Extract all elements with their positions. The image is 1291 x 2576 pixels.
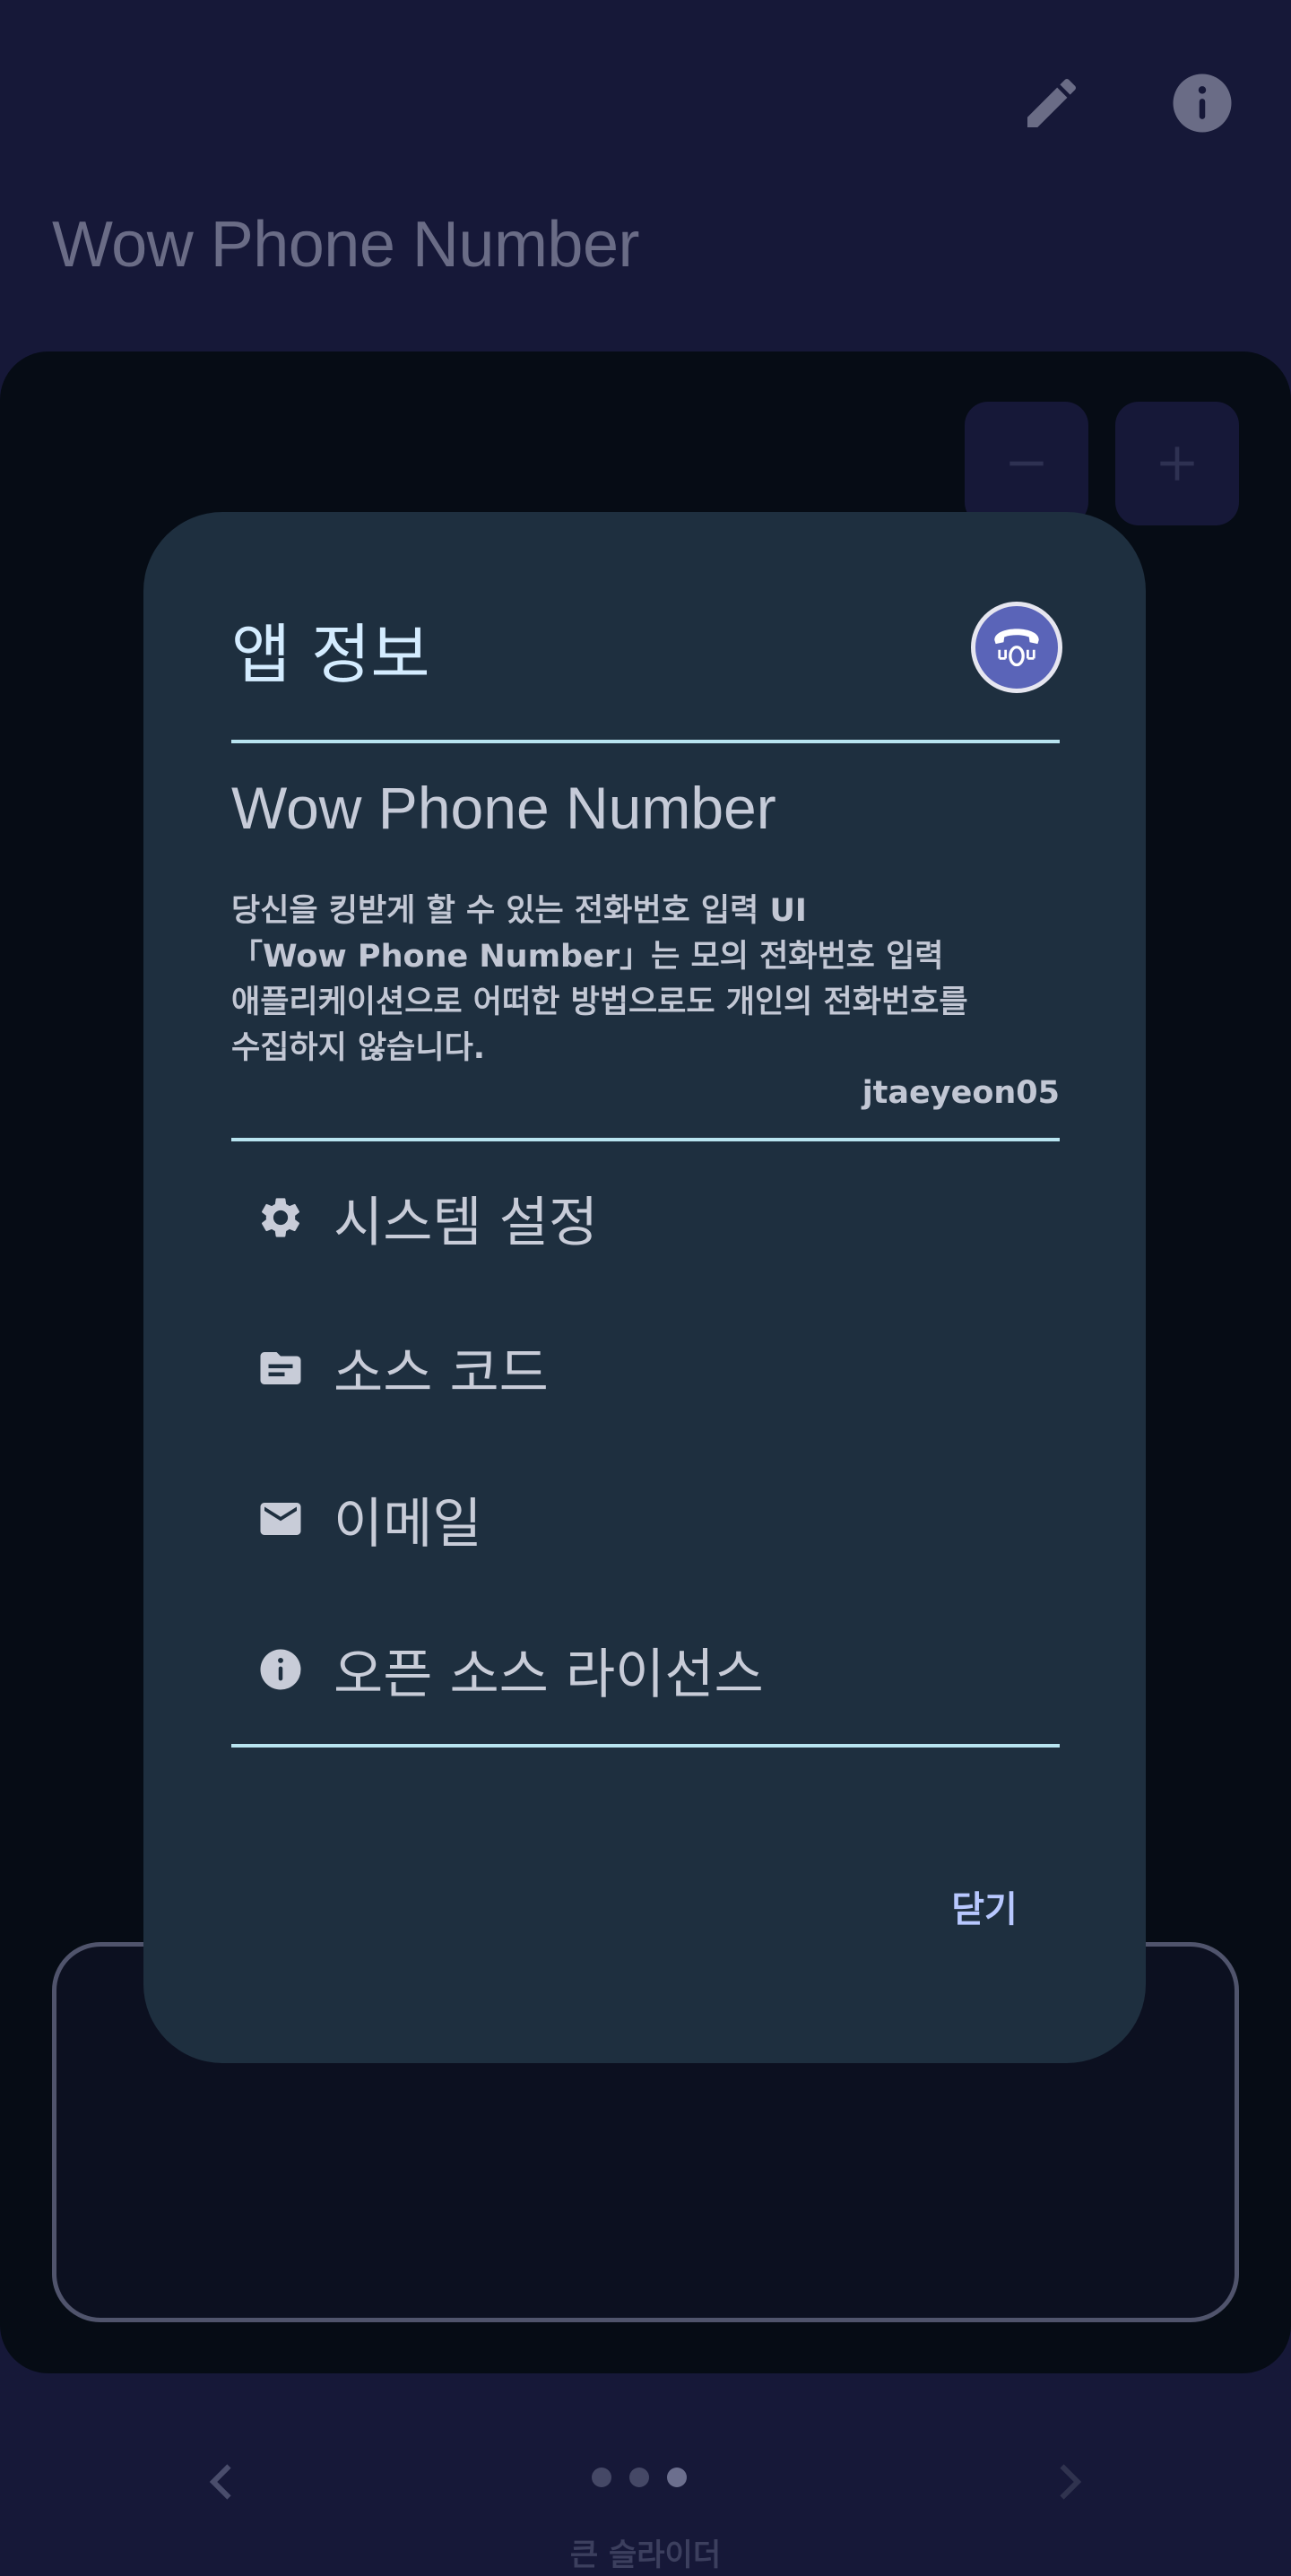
page-indicator <box>592 2468 687 2487</box>
chevron-left-icon <box>209 2464 231 2500</box>
app-title: Wow Phone Number <box>52 209 639 281</box>
pager-label: 큰 슬라이더 <box>569 2537 722 2573</box>
page-dot <box>592 2468 611 2487</box>
dialog-app-name: Wow Phone Number <box>231 775 776 841</box>
plus-icon <box>1160 447 1194 481</box>
page-dot <box>629 2468 649 2487</box>
dialog-divider-bottom <box>231 1744 1060 1748</box>
decrement-button[interactable] <box>965 402 1088 525</box>
chevron-right-icon <box>1060 2464 1082 2500</box>
info-icon <box>1173 74 1232 133</box>
dialog-title: 앱 정보 <box>231 617 430 692</box>
info-button[interactable] <box>1162 63 1243 143</box>
mail-icon <box>255 1493 307 1545</box>
increment-button[interactable] <box>1115 402 1239 525</box>
next-page-button[interactable] <box>1033 2446 1105 2518</box>
menu-item-email[interactable]: 이메일 <box>231 1461 1060 1577</box>
pencil-icon <box>1027 78 1077 127</box>
folder-icon <box>255 1342 307 1394</box>
page-dot-active <box>667 2468 687 2487</box>
phone-logo-icon <box>971 602 1062 693</box>
menu-item-open-source-licenses[interactable]: 오픈 소스 라이선스 <box>231 1611 1060 1728</box>
menu-item-label: 이메일 <box>334 1492 482 1556</box>
dialog-divider-middle <box>231 1138 1060 1141</box>
menu-item-label: 오픈 소스 라이선스 <box>334 1643 764 1706</box>
menu-item-label: 소스 코드 <box>334 1341 549 1405</box>
prev-page-button[interactable] <box>186 2446 258 2518</box>
dialog-author: jtaeyeon05 <box>862 1075 1060 1111</box>
menu-item-system-settings[interactable]: 시스템 설정 <box>231 1159 1060 1276</box>
close-button[interactable]: 닫기 <box>913 1861 1056 1951</box>
menu-item-source-code[interactable]: 소스 코드 <box>231 1310 1060 1427</box>
minus-icon <box>1009 461 1044 466</box>
edit-button[interactable] <box>1011 63 1092 143</box>
info-icon <box>255 1644 307 1696</box>
app-info-dialog: 앱 정보 Wow Phone Number 당신을 킹받게 할 수 있는 전화번… <box>143 512 1146 2063</box>
gear-icon <box>255 1192 307 1244</box>
dialog-description: 당신을 킹받게 할 수 있는 전화번호 입력 UI 「Wow Phone Num… <box>231 893 968 1066</box>
dialog-divider-top <box>231 740 1060 743</box>
menu-item-label: 시스템 설정 <box>334 1191 599 1254</box>
